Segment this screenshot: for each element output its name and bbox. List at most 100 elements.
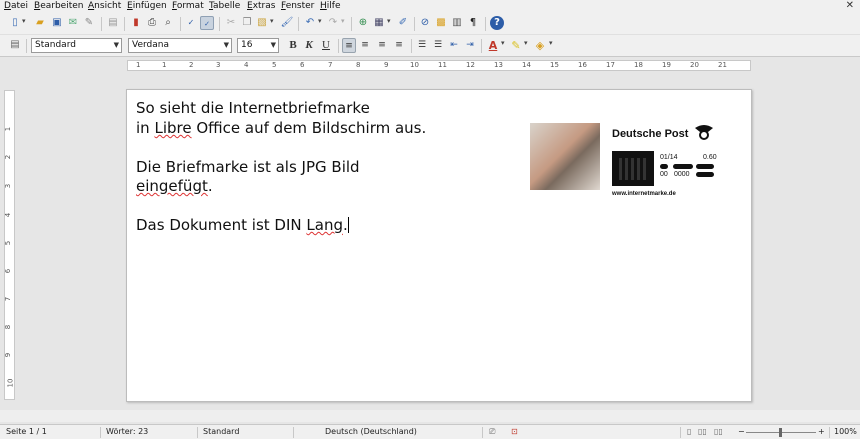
zoom-slider-thumb[interactable]: [779, 428, 782, 437]
menu-format[interactable]: Format: [172, 1, 204, 11]
data-sources-icon[interactable]: ▥: [450, 16, 464, 30]
formatting-marks-icon[interactable]: ¶: [466, 16, 480, 30]
navigator-icon[interactable]: ⊘: [418, 16, 432, 30]
increase-indent-button[interactable]: ⇥: [463, 38, 477, 53]
ruler-tick-label: 9: [4, 352, 13, 358]
zoom-level[interactable]: 100%: [834, 427, 857, 436]
menu-datei[interactable]: Datei: [4, 1, 28, 11]
clone-formatting-icon[interactable]: 🖌: [280, 16, 294, 30]
paste-icon[interactable]: ▧: [255, 16, 269, 30]
table-dropdown-icon[interactable]: ▾: [387, 17, 391, 25]
font-size-select[interactable]: 16 ▼: [237, 38, 279, 53]
document-line: Die Briefmarke ist als JPG Bild: [136, 158, 360, 176]
redo-dropdown-icon[interactable]: ▾: [341, 17, 345, 25]
word-count[interactable]: Wörter: 23: [106, 427, 148, 436]
horizontal-ruler[interactable]: 1 1 2 3 4 5 6 7 8 9 10 11 12 13 14 15 16…: [127, 60, 751, 71]
font-color-icon[interactable]: A: [486, 38, 500, 53]
table-icon[interactable]: ▦: [372, 16, 386, 30]
bullets-button[interactable]: ☰: [431, 38, 445, 53]
highlighting-icon[interactable]: ✎: [509, 38, 523, 53]
page-style[interactable]: Standard: [203, 427, 239, 436]
edit-mode-icon[interactable]: ✎: [82, 16, 96, 30]
menu-ansicht[interactable]: Ansicht: [88, 1, 121, 11]
new-document-icon[interactable]: ▯: [8, 16, 22, 30]
chevron-down-icon: ▼: [113, 41, 119, 49]
cut-icon[interactable]: ✂: [224, 16, 238, 30]
save-icon[interactable]: ▣: [50, 16, 64, 30]
close-document-icon[interactable]: ✕: [846, 0, 854, 11]
horizontal-scrollbar[interactable]: [0, 410, 860, 422]
menu-bearbeiten[interactable]: Bearbeiten: [34, 1, 83, 11]
redo-icon[interactable]: ↷: [326, 16, 340, 30]
hyperlink-icon[interactable]: ⊕: [356, 16, 370, 30]
insert-mode-icon[interactable]: ⎚: [489, 427, 495, 437]
ruler-tick-label: 2: [4, 154, 13, 160]
multi-page-view-icon[interactable]: ▯▯: [698, 427, 707, 436]
stamp-photo: [530, 123, 600, 190]
text-language[interactable]: Deutsch (Deutschland): [325, 427, 417, 436]
paste-dropdown-icon[interactable]: ▾: [270, 17, 274, 25]
font-color-dropdown-icon[interactable]: ▾: [501, 39, 505, 47]
document-line: Das Dokument ist DIN Lang.: [136, 216, 349, 234]
book-view-icon[interactable]: ▯▯: [714, 427, 723, 436]
ruler-tick-label: 5: [4, 240, 13, 246]
align-right-button[interactable]: ≡: [375, 38, 389, 53]
menu-hilfe[interactable]: Hilfe: [320, 1, 341, 11]
menu-tabelle[interactable]: Tabelle: [209, 1, 240, 11]
undo-icon[interactable]: ↶: [303, 16, 317, 30]
menu-fenster[interactable]: Fenster: [281, 1, 314, 11]
document-modified-icon[interactable]: ⊡: [511, 427, 518, 436]
new-dropdown-icon[interactable]: ▾: [22, 17, 26, 25]
spellcheck-icon[interactable]: ✓: [184, 16, 198, 30]
background-color-icon[interactable]: ◈: [533, 38, 547, 53]
print-preview-icon[interactable]: ⌕: [161, 16, 175, 30]
bold-button[interactable]: B: [286, 38, 300, 53]
font-size-value: 16: [241, 40, 253, 50]
document-page[interactable]: So sieht die Internetbriefmarke in Libre…: [126, 89, 752, 402]
post-horn-icon: [695, 125, 713, 140]
zoom-out-button[interactable]: −: [738, 427, 745, 436]
underline-button[interactable]: U: [319, 38, 333, 53]
stamp-date: 01/14: [660, 154, 678, 161]
menu-einfuegen[interactable]: Einfügen: [127, 1, 167, 11]
font-name-value: Verdana: [132, 40, 169, 50]
document-text: .: [207, 177, 213, 195]
stamp-matrix-code: [612, 151, 654, 186]
edit-file-icon[interactable]: ▤: [106, 16, 120, 30]
ruler-tick-label: 10: [410, 61, 419, 69]
gallery-icon[interactable]: ▩: [434, 16, 448, 30]
highlighting-dropdown-icon[interactable]: ▾: [524, 39, 528, 47]
print-icon[interactable]: ⎙: [145, 16, 159, 30]
decrease-indent-button[interactable]: ⇤: [447, 38, 461, 53]
ruler-tick-label: 2: [189, 61, 194, 69]
undo-dropdown-icon[interactable]: ▾: [318, 17, 322, 25]
show-draw-functions-icon[interactable]: ✐: [396, 16, 410, 30]
open-folder-icon[interactable]: ▰: [33, 16, 47, 30]
misspelled-word: eingefügt: [136, 177, 208, 195]
align-left-button[interactable]: ≡: [342, 38, 356, 53]
justify-button[interactable]: ≡: [392, 38, 406, 53]
font-name-select[interactable]: Verdana ▼: [128, 38, 232, 53]
ruler-tick-label: 4: [4, 212, 13, 218]
zoom-in-button[interactable]: +: [818, 427, 825, 436]
numbering-button[interactable]: ☰: [415, 38, 429, 53]
ruler-tick-label: 13: [494, 61, 503, 69]
misspelled-word: Libre: [154, 119, 192, 137]
vertical-ruler[interactable]: 1 2 3 4 5 6 7 8 9 10: [4, 90, 15, 400]
export-pdf-icon[interactable]: ▮: [129, 16, 143, 30]
single-page-view-icon[interactable]: ▯: [687, 427, 691, 436]
auto-spellcheck-icon[interactable]: ✓: [200, 16, 214, 30]
align-center-button[interactable]: ≡: [358, 38, 372, 53]
styles-formatting-icon[interactable]: ▤: [8, 38, 22, 52]
email-icon[interactable]: ✉: [66, 16, 80, 30]
background-color-dropdown-icon[interactable]: ▾: [549, 39, 553, 47]
page-count[interactable]: Seite 1 / 1: [6, 427, 47, 436]
document-text: Das Dokument ist DIN: [136, 216, 302, 234]
copy-icon[interactable]: ❐: [240, 16, 254, 30]
menu-extras[interactable]: Extras: [247, 1, 275, 11]
help-icon[interactable]: ?: [490, 16, 504, 30]
stamp-image[interactable]: Deutsche Post 01/14 0.60 00 0000 www.int…: [528, 121, 719, 201]
ruler-tick-label: 11: [438, 61, 447, 69]
italic-button[interactable]: K: [302, 38, 316, 53]
paragraph-style-select[interactable]: Standard ▼: [31, 38, 122, 53]
